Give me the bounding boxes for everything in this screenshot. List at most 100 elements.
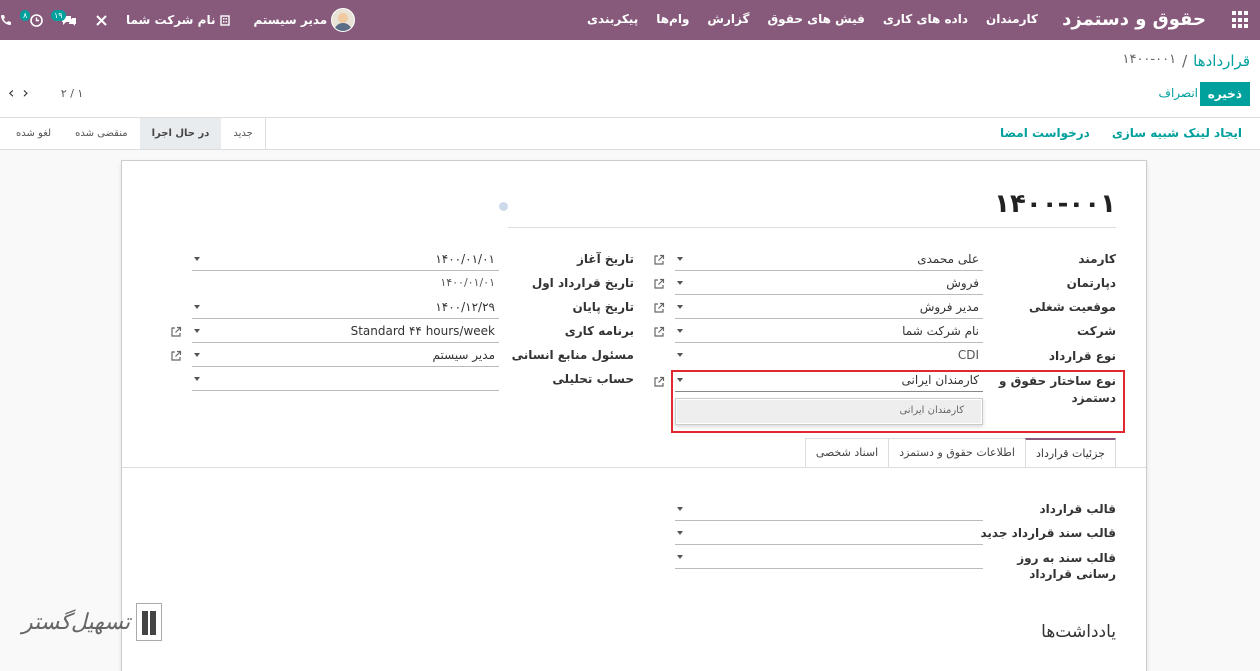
menu-item-work-entries[interactable]: داده های کاری [883, 12, 968, 26]
chevron-down-icon[interactable] [677, 353, 683, 357]
contract-type-field[interactable]: CDI [675, 345, 983, 367]
chevron-down-icon[interactable] [677, 531, 683, 535]
tabs-divider [122, 467, 1146, 468]
contract-type-value: CDI [957, 348, 979, 362]
chevron-down-icon[interactable] [677, 257, 683, 261]
contract-update-document-template-label: قالب سند به روز رسانی قرارداد [1017, 551, 1116, 581]
department-value: فروش [946, 276, 979, 290]
employee-value: علی محمدی [917, 252, 979, 266]
chevron-down-icon[interactable] [194, 353, 200, 357]
chevron-down-icon[interactable] [194, 377, 200, 381]
chevron-down-icon[interactable] [194, 305, 200, 309]
building-icon [220, 15, 231, 26]
brand-logo-icon [136, 603, 163, 641]
company-switcher[interactable]: نام شرکت شما [126, 13, 231, 27]
kanban-state-icon[interactable] [499, 202, 508, 211]
hr-responsible-value: مدیر سیستم [432, 348, 496, 362]
new-contract-document-template-field[interactable] [675, 523, 983, 545]
status-actions: ایجاد لینک شبیه سازی درخواست امضا [1000, 126, 1242, 140]
chevron-right-icon[interactable]: › [22, 85, 28, 101]
chevron-down-icon[interactable] [677, 507, 683, 511]
chevron-down-icon[interactable] [194, 329, 200, 333]
chevron-down-icon[interactable] [677, 329, 683, 333]
pager-value[interactable]: ۲ / ۱ [61, 87, 84, 100]
navbar-systray: مدیر سیستم نام شرکت شما ۱۹ ۸ [0, 6, 356, 34]
company-name: نام شرکت شما [126, 13, 216, 27]
working-schedule-value: Standard ۴۴ hours/week [350, 324, 495, 338]
stage-cancelled[interactable]: لغو شده [4, 118, 63, 149]
menu-item-configuration[interactable]: پیکربندی [587, 12, 638, 26]
start-date-label: تاریخ آغاز [577, 252, 634, 266]
save-button[interactable]: ذخیره [1199, 82, 1250, 106]
menu-item-payslips[interactable]: فیش های حقوق [767, 12, 864, 26]
start-date-value: ۱۴۰۰/۰۱/۰۱ [435, 252, 495, 266]
company-value: نام شرکت شما [902, 324, 979, 338]
top-navbar: حقوق و دستمزد کارمندان داده های کاری فیش… [0, 0, 1260, 40]
menu-item-employees[interactable]: کارمندان [986, 12, 1038, 26]
job-position-field[interactable]: مدیر فروش [675, 297, 983, 319]
job-position-value: مدیر فروش [919, 300, 979, 314]
pager: ‹ › ۲ / ۱ [8, 85, 84, 101]
external-link-icon[interactable] [170, 350, 182, 362]
chevron-down-icon[interactable] [677, 555, 683, 559]
messages-icon[interactable]: ۱۹ [51, 9, 77, 27]
first-contract-date-value: ۱۴۰۰/۰۱/۰۱ [440, 276, 495, 289]
start-date-field[interactable]: ۱۴۰۰/۰۱/۰۱ [192, 249, 499, 271]
new-contract-document-template-label: قالب سند قرارداد جدید [980, 526, 1116, 540]
request-signature-button[interactable]: درخواست امضا [1000, 126, 1090, 140]
employee-field[interactable]: علی محمدی [675, 249, 983, 271]
discard-button[interactable]: انصراف [1159, 86, 1198, 100]
stage-new[interactable]: جدید [221, 118, 264, 149]
chevron-down-icon[interactable] [194, 257, 200, 261]
generate-simulation-link-button[interactable]: ایجاد لینک شبیه سازی [1112, 126, 1242, 140]
watermark-text: تسهیل‌گستر [22, 609, 131, 635]
status-bar: ایجاد لینک شبیه سازی درخواست امضا لغو شد… [0, 118, 1260, 150]
company-field[interactable]: نام شرکت شما [675, 321, 983, 343]
tab-salary-information[interactable]: اطلاعات حقوق و دستمزد [888, 438, 1026, 468]
stage-pipeline: لغو شده منقضی شده در حال اجرا جدید [4, 118, 266, 149]
avatar [331, 8, 356, 32]
stage-running[interactable]: در حال اجرا [139, 118, 222, 149]
company-label: شرکت [1077, 324, 1116, 338]
menu-item-loans[interactable]: وام‌ها [656, 12, 689, 26]
control-panel: قراردادها / ۱۴۰۰-۰۰۱ ذخیره انصراف ‹ › ۲ … [0, 40, 1260, 118]
chevron-left-icon[interactable]: ‹ [8, 85, 14, 101]
breadcrumb-contracts-link[interactable]: قراردادها [1193, 52, 1250, 70]
app-title[interactable]: حقوق و دستمزد [1062, 9, 1206, 30]
tab-personal-documents[interactable]: اسناد شخصی [804, 438, 890, 468]
form-sheet: ۱۴۰۰-۰۰۱ کارمند دپارتمان موقعیت شغلی شرک… [121, 160, 1147, 671]
activity-clock-icon[interactable]: ۸ [20, 9, 43, 27]
external-link-icon[interactable] [653, 302, 665, 314]
phone-icon[interactable] [0, 14, 12, 26]
notebook-tabs: جزئیات قرارداد اطلاعات حقوق و دستمزد اسن… [804, 438, 1116, 468]
user-menu[interactable]: مدیر سیستم [253, 8, 356, 32]
notes-heading: یادداشت‌ها [1041, 622, 1116, 642]
job-position-label: موقعیت شغلی [1029, 300, 1116, 314]
analytic-account-label: حساب تحلیلی [552, 372, 634, 386]
debug-tools-icon[interactable] [95, 14, 108, 27]
working-schedule-field[interactable]: Standard ۴۴ hours/week [192, 321, 499, 343]
employee-label: کارمند [1078, 252, 1116, 266]
stage-expired[interactable]: منقضی شده [63, 118, 140, 149]
end-date-value: ۱۴۰۰/۱۲/۲۹ [435, 300, 495, 314]
tab-contract-details[interactable]: جزئیات قرارداد [1024, 438, 1116, 468]
chevron-down-icon[interactable] [677, 281, 683, 285]
external-link-icon[interactable] [653, 278, 665, 290]
external-link-icon[interactable] [653, 326, 665, 338]
external-link-icon[interactable] [653, 254, 665, 266]
end-date-field[interactable]: ۱۴۰۰/۱۲/۲۹ [192, 297, 499, 319]
contract-template-field[interactable] [675, 499, 983, 521]
contract-update-document-template-field[interactable] [675, 547, 983, 569]
menu-item-reports[interactable]: گزارش [707, 12, 749, 26]
department-field[interactable]: فروش [675, 273, 983, 295]
apps-menu-icon[interactable] [1232, 11, 1250, 29]
first-contract-date-field: ۱۴۰۰/۰۱/۰۱ [192, 273, 499, 295]
external-link-icon[interactable] [170, 326, 182, 338]
analytic-account-field[interactable] [192, 369, 499, 391]
chevron-down-icon[interactable] [677, 305, 683, 309]
end-date-label: تاریخ پایان [572, 300, 634, 314]
hr-responsible-field[interactable]: مدیر سیستم [192, 345, 499, 367]
main-menu: کارمندان داده های کاری فیش های حقوق گزار… [587, 12, 1038, 26]
watermark-logo: تسهیل‌گستر [22, 603, 163, 641]
external-link-icon[interactable] [653, 376, 665, 388]
